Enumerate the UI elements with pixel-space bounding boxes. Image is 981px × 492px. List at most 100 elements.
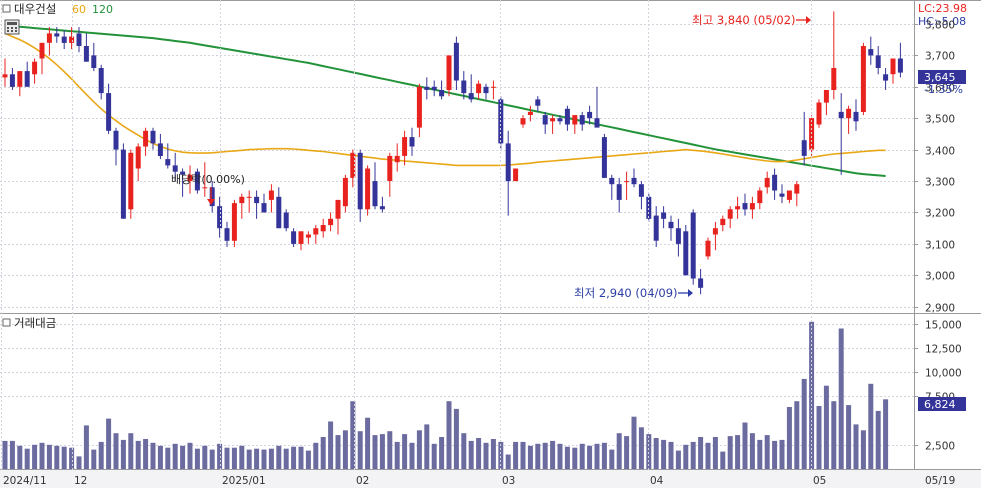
volume-bar xyxy=(653,438,659,469)
candle-body xyxy=(527,111,533,115)
panel-menu-icon[interactable] xyxy=(2,4,11,13)
volume-bar xyxy=(690,441,696,469)
volume-bar xyxy=(594,443,600,469)
volume-bar xyxy=(468,440,474,469)
volume-bar xyxy=(54,445,60,470)
candle-body xyxy=(69,36,75,43)
volume-bar xyxy=(520,441,526,469)
volume-bar xyxy=(209,449,215,469)
candle xyxy=(860,42,866,116)
volume-bar xyxy=(387,431,393,469)
volume-panel-menu-icon[interactable] xyxy=(2,318,11,327)
volume-bar xyxy=(172,443,178,469)
candle-body xyxy=(128,152,134,210)
high-annotation: 최고 3,840 (05/02) xyxy=(692,13,796,27)
volume-bar xyxy=(572,447,578,469)
volume-bar xyxy=(823,385,829,469)
price-tick-label: 3,400 xyxy=(925,146,955,158)
volume-bar xyxy=(675,450,681,469)
candle-body xyxy=(17,71,23,87)
x-axis-band xyxy=(0,470,981,488)
volume-bar xyxy=(453,408,459,469)
volume-bar xyxy=(809,321,815,470)
volume-bar xyxy=(246,449,252,469)
volume-bar xyxy=(720,451,726,469)
last-volume-ratio: 80.08% xyxy=(924,409,966,422)
volume-bar xyxy=(483,442,489,469)
ma60-legend: 60 xyxy=(72,3,86,16)
volume-bar xyxy=(298,446,304,469)
candle-body xyxy=(424,86,430,90)
candle-body xyxy=(838,111,844,119)
candle xyxy=(690,209,696,285)
dividend-annotation: 배당락(0.00%) xyxy=(171,173,245,186)
candle-body xyxy=(513,168,519,182)
candle-body xyxy=(39,42,45,59)
volume-bar xyxy=(772,440,778,469)
volume-bar xyxy=(587,445,593,470)
volume-bar xyxy=(106,418,112,469)
volume-bar xyxy=(24,448,30,469)
calculator-icon[interactable] xyxy=(4,19,20,35)
candle-body xyxy=(365,168,371,210)
volume-bar xyxy=(357,431,363,469)
candle-body xyxy=(106,93,112,131)
candle-body xyxy=(120,149,126,219)
candle-body xyxy=(113,130,119,150)
candle-body xyxy=(638,184,644,197)
candle-body xyxy=(387,155,393,181)
candle-body xyxy=(46,33,52,43)
candle-body xyxy=(172,165,178,172)
candle-body xyxy=(883,74,889,81)
candle-body xyxy=(868,49,874,56)
volume-bar xyxy=(150,442,156,469)
volume-bar xyxy=(328,421,334,469)
candle-body xyxy=(439,90,445,97)
price-tick-label: 3,300 xyxy=(925,177,955,189)
candle-body xyxy=(431,86,437,90)
candle xyxy=(231,199,237,247)
volume-bar xyxy=(557,443,563,469)
candle-body xyxy=(712,228,718,235)
volume-bar xyxy=(846,405,852,469)
volume-bar xyxy=(527,445,533,470)
volume-bar xyxy=(742,422,748,469)
candle-body xyxy=(897,58,903,73)
volume-bar xyxy=(564,446,570,469)
volume-bar xyxy=(439,437,445,469)
volume-bar xyxy=(402,434,408,469)
candle xyxy=(816,99,822,128)
volume-bar xyxy=(135,440,141,469)
volume-bar xyxy=(409,442,415,469)
volume-bar xyxy=(276,445,282,470)
price-tick-label: 3,000 xyxy=(925,271,955,283)
lc-label: LC:23.98 xyxy=(918,2,967,15)
candle-body xyxy=(453,42,459,81)
volume-bar xyxy=(661,439,667,469)
volume-bar xyxy=(638,427,644,469)
candle-body xyxy=(217,206,223,229)
candle xyxy=(705,237,711,260)
candle-body xyxy=(653,215,659,241)
candle xyxy=(513,168,519,182)
volume-bar xyxy=(39,442,45,469)
candle-body xyxy=(313,228,319,235)
volume-bar xyxy=(157,445,163,470)
volume-bar xyxy=(749,433,755,469)
x-axis-label: 2025/01 xyxy=(222,475,266,487)
volume-bar xyxy=(46,444,52,469)
candle-body xyxy=(357,152,363,210)
volume-bar xyxy=(860,430,866,470)
candle-body xyxy=(24,71,30,87)
candle-body xyxy=(372,181,378,207)
volume-bar xyxy=(542,442,548,469)
volume-bar xyxy=(120,439,126,469)
volume-bar xyxy=(320,437,326,469)
volume-bar xyxy=(128,433,134,469)
candle-body xyxy=(564,108,570,125)
volume-bar xyxy=(838,328,844,469)
volume-bar xyxy=(394,441,400,469)
x-axis-label: 03 xyxy=(502,475,515,487)
candle-body xyxy=(668,221,674,229)
volume-bar xyxy=(727,436,733,469)
